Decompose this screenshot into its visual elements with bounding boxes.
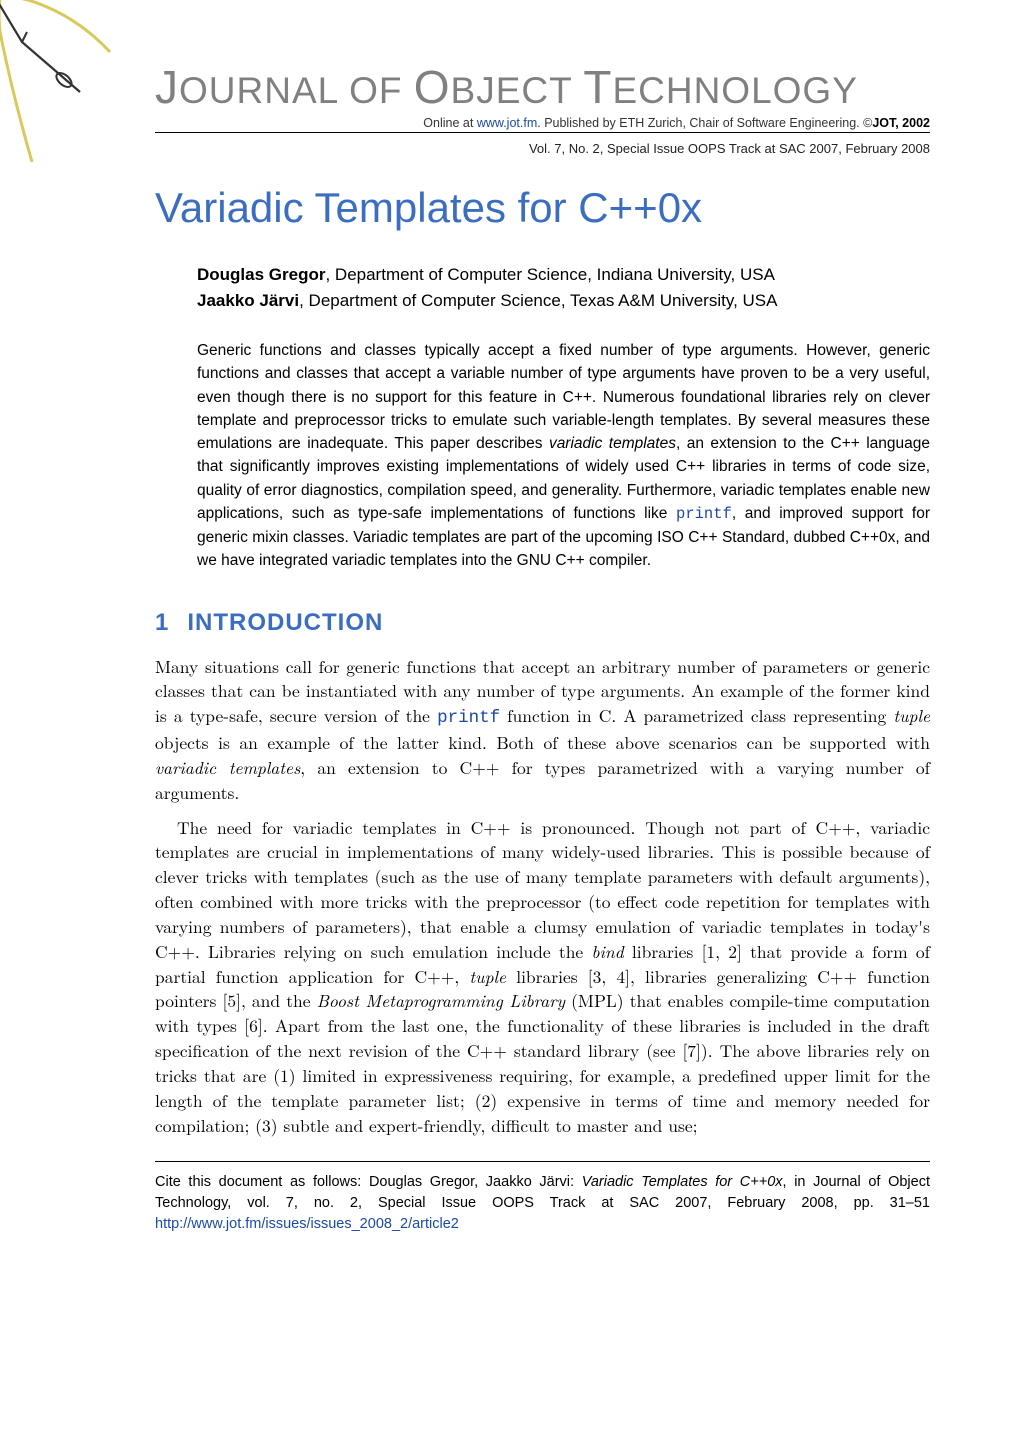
- journal-title-letter-j: J: [155, 61, 179, 113]
- journal-title-part1: OURNAL OF: [179, 70, 414, 111]
- author-row-2: Jaakko Järvi, Department of Computer Sci…: [197, 288, 930, 314]
- p1-b: function in C. A parametrized class repr…: [500, 703, 893, 728]
- footer-url-link[interactable]: http://www.jot.fm/issues/issues_2008_2/a…: [155, 1216, 459, 1232]
- author-affiliation-1: , Department of Computer Science, Indian…: [325, 265, 774, 284]
- abstract: Generic functions and classes typically …: [197, 339, 930, 573]
- footer-text-a: Cite this document as follows: Douglas G…: [155, 1174, 582, 1190]
- section-1-number: 1: [155, 609, 169, 636]
- online-suffix: . Published by ETH Zurich, Chair of Soft…: [537, 116, 872, 130]
- journal-url-link[interactable]: www.jot.fm: [477, 116, 537, 130]
- issue-line: Vol. 7, No. 2, Special Issue OOPS Track …: [155, 141, 930, 156]
- author-row-1: Douglas Gregor, Department of Computer S…: [197, 262, 930, 288]
- section-1-para-1: Many situations call for generic functio…: [155, 655, 930, 806]
- p1-code-printf: printf: [437, 708, 500, 728]
- header-rule: [155, 132, 930, 133]
- journal-subheader: Online at www.jot.fm. Published by ETH Z…: [155, 116, 930, 130]
- online-prefix: Online at: [423, 116, 477, 130]
- p2-italic-tuple: tuple: [469, 964, 506, 989]
- author-name-2: Jaakko Järvi: [197, 291, 299, 310]
- authors-block: Douglas Gregor, Department of Computer S…: [197, 262, 930, 313]
- section-1-body: Many situations call for generic functio…: [155, 655, 930, 1139]
- abstract-term-variadic: variadic templates: [549, 435, 676, 452]
- p2-italic-bind: bind: [591, 939, 623, 964]
- journal-title-part2: BJECT: [451, 70, 584, 111]
- p1-italic-tuple: tuple: [893, 703, 930, 728]
- section-1-heading: 1 INTRODUCTION: [155, 609, 930, 637]
- section-1-title: INTRODUCTION: [187, 609, 383, 636]
- p2-italic-boost-mpl: Boost Metaprogramming Library: [317, 988, 565, 1013]
- abstract-code-printf: printf: [676, 505, 732, 523]
- p1-italic-variadic: variadic templates: [155, 755, 300, 780]
- footer-italic-title: Variadic Templates for C++0x: [582, 1174, 783, 1190]
- copyright-bold: JOT, 2002: [872, 116, 930, 130]
- journal-title-letter-t: T: [583, 61, 612, 113]
- author-name-1: Douglas Gregor: [197, 265, 325, 284]
- author-affiliation-2: , Department of Computer Science, Texas …: [299, 291, 777, 310]
- section-1-para-2: The need for variadic templates in C++ i…: [155, 816, 930, 1139]
- journal-title-letter-o: O: [414, 61, 451, 113]
- journal-title-part3: ECHNOLOGY: [612, 70, 857, 111]
- paper-title: Variadic Templates for C++0x: [155, 184, 930, 232]
- footer-rule: [155, 1161, 930, 1162]
- journal-title: JOURNAL OF OBJECT TECHNOLOGY: [155, 60, 930, 114]
- citation-footer: Cite this document as follows: Douglas G…: [155, 1172, 930, 1235]
- page-root: JOURNAL OF OBJECT TECHNOLOGY Online at w…: [0, 0, 1020, 1285]
- p1-c: objects is an example of the latter kind…: [155, 730, 930, 755]
